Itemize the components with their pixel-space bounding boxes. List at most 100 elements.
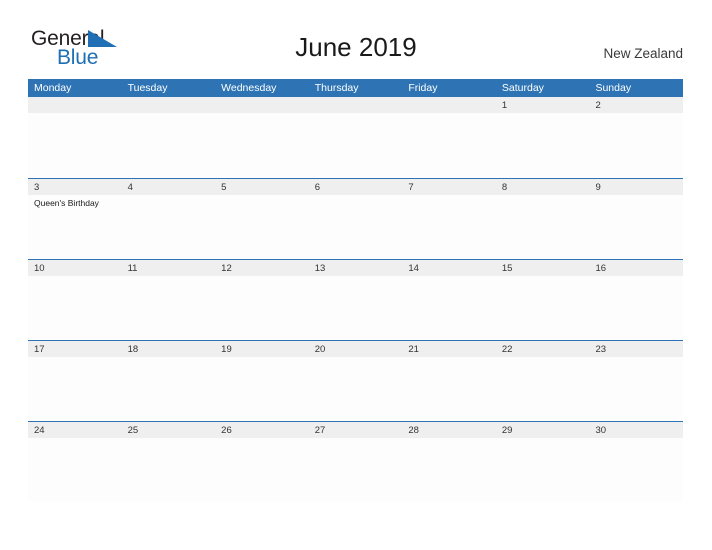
day-cell[interactable]: 18 <box>122 341 216 357</box>
day-cell[interactable]: 23 <box>589 341 683 357</box>
day-cell[interactable]: 9 <box>589 179 683 195</box>
day-cell[interactable]: 2 <box>589 97 683 113</box>
day-number: 25 <box>127 425 139 436</box>
day-events[interactable] <box>215 195 309 259</box>
day-cell[interactable]: 15 <box>496 260 590 276</box>
day-events[interactable] <box>589 438 683 502</box>
day-events[interactable] <box>589 276 683 340</box>
calendar-week-row: 10 11 12 13 14 15 16 <box>28 259 683 340</box>
day-cell[interactable]: 21 <box>402 341 496 357</box>
day-number: 2 <box>595 100 601 111</box>
week-date-band: 24 25 26 27 28 29 30 <box>28 422 683 438</box>
day-cell[interactable]: 1 <box>496 97 590 113</box>
day-cell[interactable]: 6 <box>309 179 403 195</box>
event-label: Queen's Birthday <box>34 198 99 208</box>
day-number: 26 <box>221 425 232 436</box>
day-events[interactable] <box>122 438 216 502</box>
week-events-band <box>28 113 683 177</box>
day-events[interactable] <box>122 195 216 259</box>
day-cell[interactable]: 27 <box>309 422 403 438</box>
day-cell[interactable]: 14 <box>402 260 496 276</box>
calendar-week-row: 17 18 19 20 21 22 23 <box>28 340 683 421</box>
day-events[interactable] <box>215 113 309 177</box>
day-events[interactable] <box>496 195 590 259</box>
day-number: 24 <box>34 425 45 436</box>
weekday-header-monday: Monday <box>34 82 72 94</box>
day-events[interactable] <box>309 438 403 502</box>
day-cell[interactable]: 3 <box>28 179 122 195</box>
day-cell[interactable]: 11 <box>122 260 216 276</box>
day-number: 9 <box>595 182 601 193</box>
day-events[interactable] <box>309 357 403 421</box>
page-header: General Blue June 2019 New Zealand <box>0 0 712 78</box>
day-cell[interactable]: 25 <box>122 422 216 438</box>
day-cell[interactable] <box>215 97 309 113</box>
day-cell[interactable]: 8 <box>496 179 590 195</box>
day-events[interactable] <box>28 357 122 421</box>
day-cell[interactable]: 4 <box>122 179 216 195</box>
day-cell[interactable]: 17 <box>28 341 122 357</box>
day-events[interactable] <box>309 195 403 259</box>
day-cell[interactable] <box>309 97 403 113</box>
day-events[interactable] <box>215 357 309 421</box>
day-cell[interactable]: 7 <box>402 179 496 195</box>
day-events[interactable] <box>496 276 590 340</box>
day-events[interactable] <box>589 357 683 421</box>
day-cell[interactable]: 28 <box>402 422 496 438</box>
day-events[interactable] <box>28 276 122 340</box>
day-number: 10 <box>34 263 45 274</box>
calendar-grid: Monday Tuesday Wednesday Thursday Friday… <box>28 79 683 502</box>
calendar-week-row: 3 4 5 6 7 8 9 Queen's Birthday <box>28 178 683 259</box>
day-number: 27 <box>314 425 326 436</box>
day-events[interactable] <box>28 113 122 177</box>
day-cell[interactable]: 12 <box>215 260 309 276</box>
day-events[interactable] <box>215 276 309 340</box>
day-cell[interactable]: 24 <box>28 422 122 438</box>
calendar-week-row: 1 2 <box>28 97 683 178</box>
day-number: 22 <box>501 344 513 355</box>
weekday-header-saturday: Saturday <box>501 82 544 94</box>
day-events[interactable] <box>309 113 403 177</box>
day-events[interactable] <box>122 357 216 421</box>
day-events[interactable] <box>122 113 216 177</box>
day-cell[interactable]: 20 <box>309 341 403 357</box>
day-cell[interactable] <box>122 97 216 113</box>
day-events[interactable] <box>309 276 403 340</box>
day-cell[interactable]: 29 <box>496 422 590 438</box>
day-number: 14 <box>408 263 419 274</box>
day-cell[interactable] <box>402 97 496 113</box>
day-number: 28 <box>408 425 419 436</box>
day-cell[interactable]: 22 <box>496 341 590 357</box>
day-number: 20 <box>314 344 326 355</box>
day-events[interactable] <box>589 195 683 259</box>
day-number: 15 <box>501 263 513 274</box>
day-events[interactable] <box>215 438 309 502</box>
day-cell[interactable]: 30 <box>589 422 683 438</box>
day-events[interactable] <box>402 113 496 177</box>
day-events[interactable] <box>28 438 122 502</box>
day-events[interactable] <box>496 438 590 502</box>
day-cell[interactable]: 13 <box>309 260 403 276</box>
day-events[interactable] <box>589 113 683 177</box>
day-events[interactable] <box>402 276 496 340</box>
day-cell[interactable]: 19 <box>215 341 309 357</box>
day-events[interactable] <box>122 276 216 340</box>
day-events[interactable]: Queen's Birthday <box>28 195 122 259</box>
day-cell[interactable]: 10 <box>28 260 122 276</box>
day-events[interactable] <box>402 357 496 421</box>
calendar-week-row: 24 25 26 27 28 29 30 <box>28 421 683 502</box>
day-cell[interactable]: 5 <box>215 179 309 195</box>
day-cell[interactable] <box>28 97 122 113</box>
day-events[interactable] <box>402 438 496 502</box>
week-events-band: Queen's Birthday <box>28 195 683 259</box>
day-number: 1 <box>501 100 508 111</box>
day-number: 11 <box>127 263 138 274</box>
weekday-header-row: Monday Tuesday Wednesday Thursday Friday… <box>28 79 683 97</box>
day-cell[interactable]: 26 <box>215 422 309 438</box>
day-cell[interactable]: 16 <box>589 260 683 276</box>
week-date-band: 17 18 19 20 21 22 23 <box>28 341 683 357</box>
day-events[interactable] <box>496 113 590 177</box>
weekday-header-thursday: Thursday <box>314 82 359 94</box>
day-events[interactable] <box>496 357 590 421</box>
day-events[interactable] <box>402 195 496 259</box>
